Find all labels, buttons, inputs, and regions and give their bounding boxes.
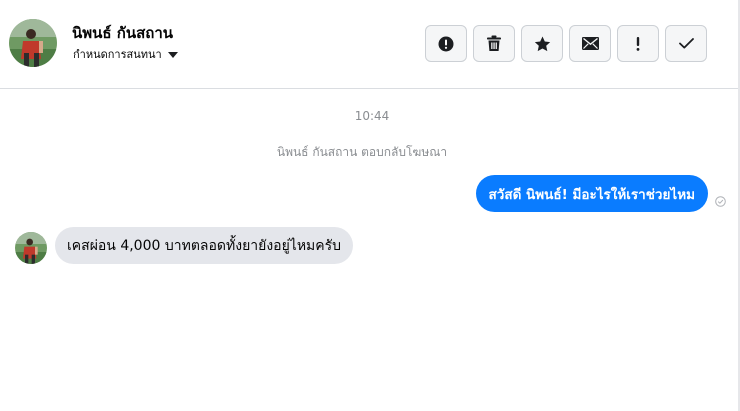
contact-avatar[interactable] [9, 19, 57, 67]
ad-reply-note: นิพนธ์ กันสถาน ตอบกลับโฆษณา [276, 145, 448, 159]
star-button[interactable] [521, 25, 563, 62]
done-button[interactable] [665, 25, 707, 62]
outgoing-message[interactable]: สวัสดี นิพนธ์! มีอะไรให้เราช่วยไหม [475, 175, 708, 212]
message-timestamp: 10:44 [354, 109, 390, 123]
caret-down-icon [167, 51, 178, 58]
conversation-header: นิพนธ์ กันสถาน กำหนดการสนทนา [0, 0, 738, 89]
conversation-toolbar [425, 25, 707, 62]
inbox-conversation-view: นิพนธ์ กันสถาน กำหนดการสนทนา 10:44 นิพนธ… [0, 0, 740, 411]
contact-name: นิพนธ์ กันสถาน [72, 24, 174, 42]
check-icon [678, 38, 694, 49]
sender-avatar[interactable] [15, 232, 47, 264]
star-icon [534, 36, 550, 51]
exclamation-icon [636, 36, 640, 51]
report-button[interactable] [425, 25, 467, 62]
mark-unread-button[interactable] [569, 25, 611, 62]
envelope-icon [581, 37, 599, 50]
incoming-message[interactable]: เคสผ่อน 4,000 บาทตลอดทั้งยายังอยู่ไหมครั… [55, 227, 354, 264]
trash-icon [487, 35, 501, 51]
sent-check-icon [715, 196, 726, 207]
delete-button[interactable] [473, 25, 515, 62]
avatar-photo-icon [9, 19, 57, 67]
avatar-photo-icon [15, 232, 47, 264]
alert-circle-icon [438, 36, 454, 51]
conversation-menu-label: กำหนดการสนทนา [73, 48, 162, 61]
conversation-menu-dropdown[interactable]: กำหนดการสนทนา [73, 45, 178, 63]
important-button[interactable] [617, 25, 659, 62]
